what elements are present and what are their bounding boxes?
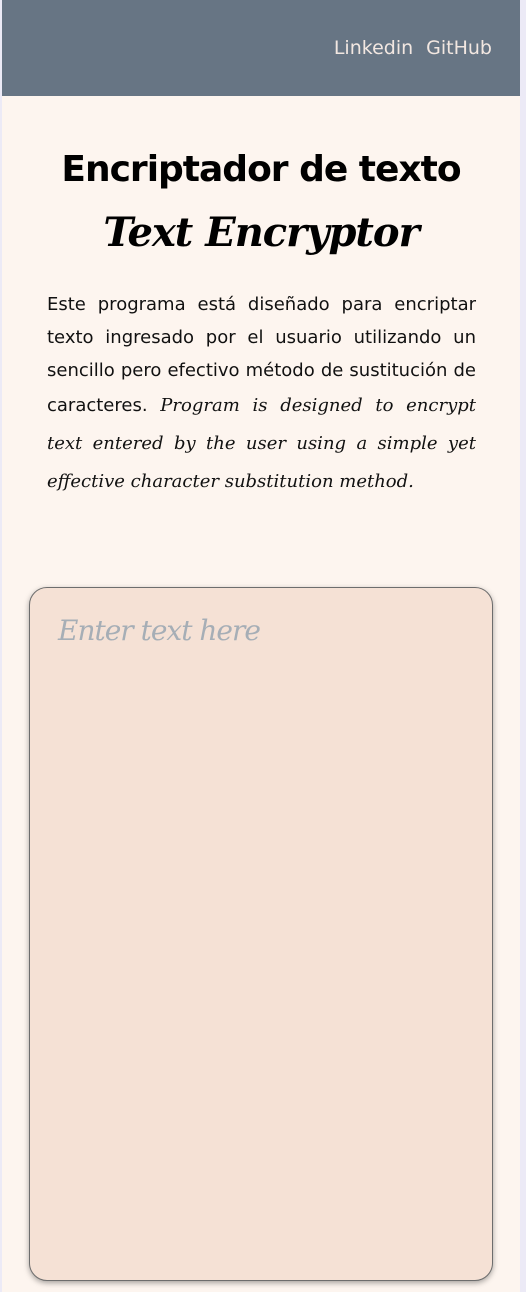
page-subtitle: Text Encryptor	[103, 209, 419, 256]
top-bar: Linkedin GitHub	[2, 0, 520, 96]
page: Linkedin GitHub Encriptador de texto Tex…	[2, 0, 520, 1292]
text-input[interactable]	[29, 587, 493, 1281]
page-title: Encriptador de texto	[61, 149, 461, 190]
nav: Linkedin GitHub	[334, 35, 492, 61]
github-link[interactable]: GitHub	[426, 35, 492, 61]
description: Este programa está diseñado para encript…	[47, 288, 476, 501]
linkedin-link[interactable]: Linkedin	[334, 35, 413, 61]
